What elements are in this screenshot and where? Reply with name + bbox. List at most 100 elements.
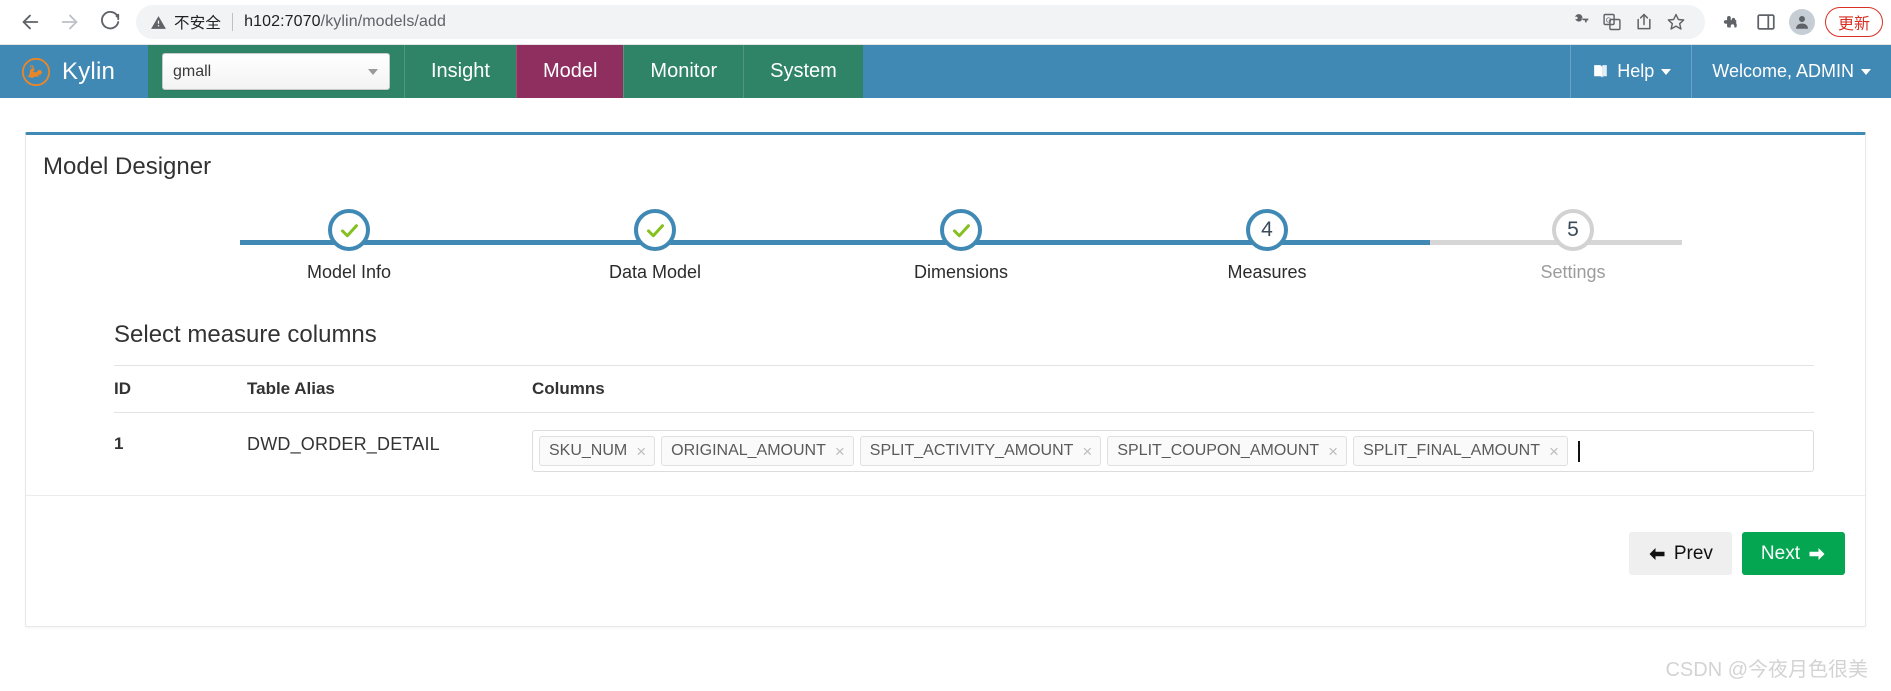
nav-item-label: Monitor (650, 60, 718, 82)
nav-item-label: System (770, 60, 837, 82)
wizard-buttons: Prev Next (1628, 532, 1845, 575)
user-menu[interactable]: Welcome, ADMIN (1691, 45, 1891, 98)
reload-button[interactable] (90, 2, 130, 42)
nav-items: Insight Model Monitor System (404, 45, 863, 98)
wizard-step-model-info[interactable]: Model Info (196, 209, 502, 283)
wizard-step-measures[interactable]: 4 Measures (1114, 209, 1420, 283)
column-header-table-alias: Table Alias (247, 379, 335, 398)
column-tag[interactable]: SPLIT_COUPON_AMOUNT × (1107, 436, 1348, 466)
omnibox-divider (232, 13, 234, 31)
browser-toolbar: 不安全 h102:7070/kylin/models/add G 更新 (0, 0, 1891, 45)
page-title: Model Designer (43, 153, 212, 180)
wizard-step-data-model[interactable]: Data Model (502, 209, 808, 283)
wizard-stepper: Model Info Data Model Dimensions 4 Measu… (196, 209, 1726, 293)
browser-right-actions: 更新 (1713, 5, 1891, 39)
column-tag-label: SPLIT_FINAL_AMOUNT (1363, 442, 1541, 459)
wizard-step-circle (634, 209, 676, 251)
wizard-step-circle (940, 209, 982, 251)
prev-button[interactable]: Prev (1628, 532, 1732, 575)
address-bar[interactable]: 不安全 h102:7070/kylin/models/add G (136, 5, 1705, 39)
nav-item-monitor[interactable]: Monitor (623, 45, 743, 98)
url-path: /kylin/models/add (320, 13, 446, 30)
wizard-step-label: Measures (1227, 262, 1307, 282)
check-icon (952, 223, 970, 237)
url-host: h102:7070 (244, 13, 321, 30)
back-button[interactable] (10, 2, 50, 42)
section-title: Select measure columns (114, 321, 377, 348)
column-tag-label: ORIGINAL_AMOUNT (671, 442, 826, 459)
column-tag[interactable]: SPLIT_FINAL_AMOUNT × (1353, 436, 1568, 466)
help-label: Help (1617, 61, 1655, 81)
chevron-down-icon (1661, 68, 1672, 75)
remove-tag-icon[interactable]: × (636, 443, 646, 460)
wizard-step-label: Settings (1540, 262, 1606, 282)
model-designer-panel: Model Designer Model Info Data Model Dim… (25, 132, 1866, 627)
nav-right: Help Welcome, ADMIN (1570, 45, 1891, 98)
wizard-step-number: 4 (1261, 218, 1273, 241)
svg-text:G: G (1606, 16, 1612, 24)
extensions-puzzle-icon[interactable] (1713, 5, 1747, 39)
forward-button[interactable] (50, 2, 90, 42)
wizard-step-circle (328, 209, 370, 251)
not-secure-warning-icon (150, 14, 167, 31)
nav-item-label: Insight (431, 60, 490, 82)
check-icon (646, 223, 664, 237)
cell-table-alias: DWD_ORDER_DETAIL (247, 434, 440, 454)
chevron-down-icon (368, 68, 378, 75)
avatar (1788, 9, 1815, 35)
wizard-step-label: Model Info (306, 262, 392, 282)
kylin-logo-icon (21, 57, 51, 86)
profile-avatar-icon[interactable] (1785, 5, 1819, 39)
column-tag[interactable]: SPLIT_ACTIVITY_AMOUNT × (859, 436, 1102, 466)
remove-tag-icon[interactable]: × (1328, 443, 1338, 460)
column-tag-label: SPLIT_COUPON_AMOUNT (1117, 442, 1320, 459)
column-tag[interactable]: SKU_NUM × (539, 436, 656, 466)
project-select-value: gmall (173, 62, 212, 80)
reload-icon (101, 11, 120, 30)
wizard-step-circle: 4 (1246, 209, 1288, 251)
omnibox-actions: G (1565, 7, 1691, 37)
update-browser-button[interactable]: 更新 (1824, 7, 1883, 37)
wizard-step-number: 5 (1567, 218, 1579, 241)
measure-columns-table: ID Table Alias Columns 1 DWD_ORDER_DETAI… (114, 365, 1814, 488)
remove-tag-icon[interactable]: × (1549, 443, 1559, 460)
remove-tag-icon[interactable]: × (835, 443, 845, 460)
brand-name: Kylin (62, 57, 116, 85)
key-icon[interactable] (1565, 7, 1595, 37)
chevron-down-icon (1861, 68, 1871, 75)
project-select[interactable]: gmall (162, 53, 390, 90)
text-cursor (1577, 440, 1580, 462)
kylin-top-nav: Kylin gmall Insight Model Monitor System… (0, 45, 1891, 98)
share-icon[interactable] (1629, 7, 1659, 37)
column-tag[interactable]: ORIGINAL_AMOUNT × (661, 436, 854, 466)
table-row: 1 DWD_ORDER_DETAIL SKU_NUM × ORIGINAL_AM… (114, 412, 1814, 488)
wizard-step-settings[interactable]: 5 Settings (1420, 209, 1726, 283)
arrow-right-icon (61, 14, 78, 30)
column-tag-label: SKU_NUM (549, 442, 628, 459)
column-header-columns: Columns (532, 379, 605, 398)
nav-item-insight[interactable]: Insight (404, 45, 516, 98)
prev-button-label: Prev (1673, 542, 1713, 564)
next-button[interactable]: Next (1741, 532, 1845, 575)
update-button-label: 更新 (1837, 16, 1870, 33)
wizard-steps: Model Info Data Model Dimensions 4 Measu… (196, 209, 1726, 283)
cell-columns: SKU_NUM × ORIGINAL_AMOUNT × SPLIT_ACTIVI… (532, 430, 1814, 472)
remove-tag-icon[interactable]: × (1082, 443, 1092, 460)
translate-icon[interactable]: G (1597, 7, 1627, 37)
help-menu[interactable]: Help (1570, 45, 1691, 98)
arrow-left-icon (1649, 547, 1665, 560)
nav-item-system[interactable]: System (743, 45, 863, 98)
column-header-id: ID (114, 379, 131, 398)
bookmark-star-icon[interactable] (1661, 7, 1691, 37)
brand[interactable]: Kylin (0, 45, 148, 98)
sidepanel-icon[interactable] (1749, 5, 1783, 39)
wizard-step-dimensions[interactable]: Dimensions (808, 209, 1114, 283)
nav-green-block: gmall Insight Model Monitor System (148, 45, 863, 98)
project-selector-wrap: gmall (148, 45, 404, 98)
nav-item-model[interactable]: Model (515, 45, 624, 98)
wizard-step-label: Data Model (608, 262, 702, 282)
cell-id: 1 (114, 434, 124, 453)
arrow-right-icon (1809, 547, 1825, 560)
book-icon (1594, 65, 1608, 78)
columns-multiselect[interactable]: SKU_NUM × ORIGINAL_AMOUNT × SPLIT_ACTIVI… (532, 430, 1814, 472)
